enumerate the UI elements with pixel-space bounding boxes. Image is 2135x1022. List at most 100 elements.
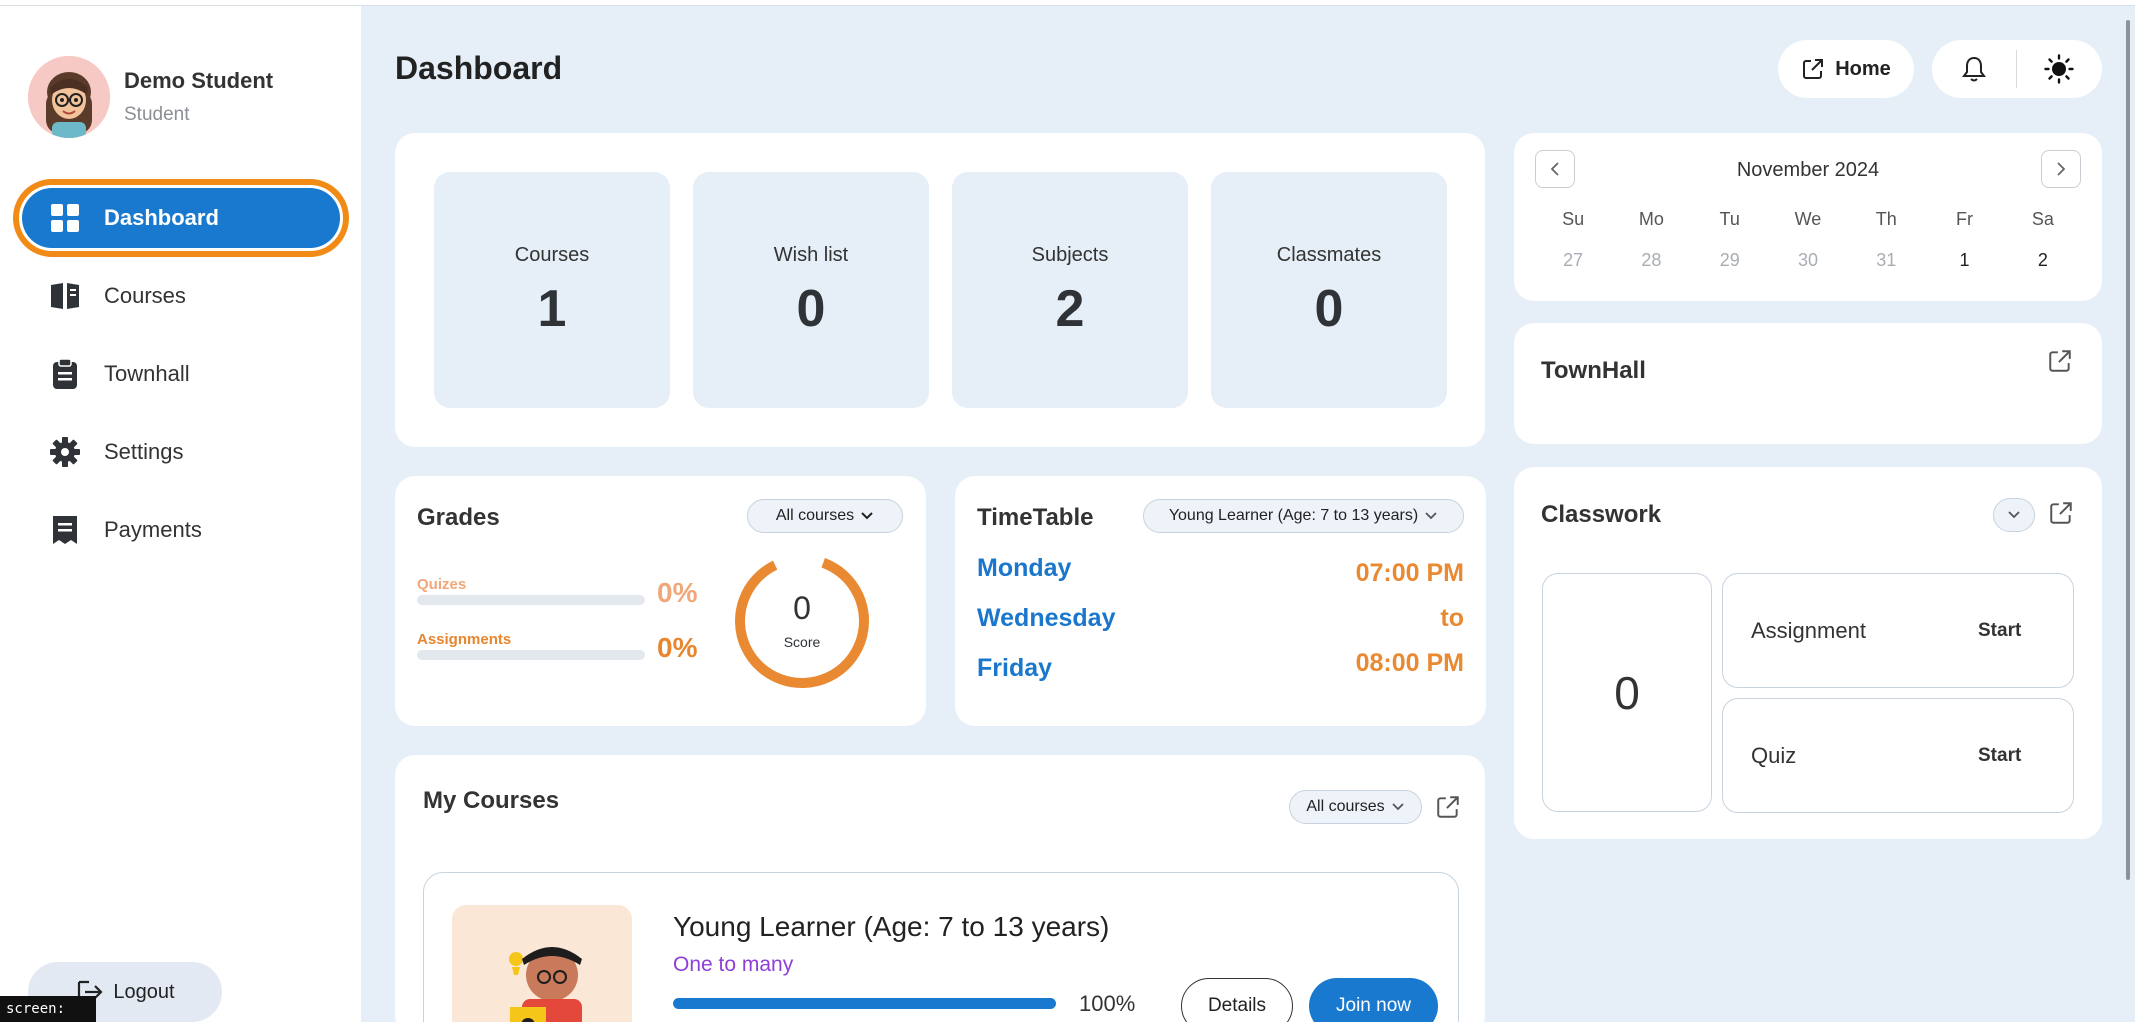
stat-label: Wish list (773, 244, 849, 266)
timetable-day: Friday (977, 654, 1053, 682)
timetable-card: TimeTable Young Learner (Age: 7 to 13 ye… (955, 476, 1486, 726)
external-link-icon[interactable] (2047, 348, 2073, 374)
header-icon-group (1932, 40, 2102, 98)
calendar-days: 27 28 29 30 31 1 2 (1534, 250, 2082, 271)
course-progress-bar (673, 998, 1056, 1009)
my-courses-filter-dropdown[interactable]: All courses (1289, 790, 1422, 824)
sun-icon (2044, 54, 2074, 84)
calendar-weekdays: Su Mo Tu We Th Fr Sa (1534, 209, 2082, 230)
course-progress-fill (673, 998, 1056, 1009)
timetable-title: TimeTable (977, 504, 1094, 531)
stat-subjects[interactable]: Subjects 2 (952, 172, 1188, 408)
timetable-course-dropdown[interactable]: Young Learner (Age: 7 to 13 years) (1143, 499, 1464, 533)
sidebar-nav: Dashboard Courses Townhall Settings Paym… (13, 179, 349, 578)
sidebar-item-courses[interactable]: Courses (22, 266, 340, 326)
course-thumbnail (452, 905, 632, 1022)
timetable-separator: to (1440, 604, 1464, 632)
calendar-next-button[interactable] (2041, 150, 2081, 188)
weekday: Su (1562, 209, 1585, 229)
classwork-count: 0 (1542, 573, 1712, 812)
grades-filter-dropdown[interactable]: All courses (747, 499, 903, 533)
weekday: We (1794, 209, 1822, 229)
stat-label: Classmates (1276, 244, 1382, 266)
external-link-icon[interactable] (2048, 500, 2074, 526)
stat-value: 0 (1314, 280, 1344, 338)
book-icon (48, 279, 82, 313)
home-button[interactable]: Home (1778, 40, 1914, 98)
grid-icon (48, 201, 82, 235)
stat-label: Courses (514, 244, 590, 266)
sidebar-item-label: Settings (104, 439, 184, 464)
page-scrollbar[interactable] (2126, 20, 2130, 880)
user-profile[interactable]: Demo Student Student (28, 56, 273, 138)
stats-card: Courses 1 Wish list 0 Subjects 2 Classma… (395, 133, 1485, 447)
calendar-day[interactable]: 2 (2004, 250, 2082, 271)
avatar (28, 56, 110, 138)
join-now-button[interactable]: Join now (1309, 978, 1438, 1022)
sidebar-item-payments[interactable]: Payments (22, 500, 340, 560)
grades-filter-value: All courses (775, 507, 855, 524)
stat-wish-list[interactable]: Wish list 0 (693, 172, 929, 408)
classwork-item-quiz[interactable]: Quiz Start (1722, 698, 2074, 813)
chevron-down-icon (860, 511, 874, 521)
classwork-item-label: Quiz (1751, 743, 1797, 768)
townhall-title: TownHall (1541, 357, 1646, 384)
calendar-day[interactable]: 31 (1847, 250, 1925, 271)
townhall-card: TownHall (1514, 323, 2102, 444)
sidebar-item-settings[interactable]: Settings (22, 422, 340, 482)
stat-value: 2 (1055, 280, 1085, 338)
calendar-month: November 2024 (1736, 159, 1880, 181)
course-name: Young Learner (Age: 7 to 13 years) (673, 911, 1110, 942)
assignments-value: 0% (657, 632, 698, 663)
chevron-right-icon (2057, 162, 2066, 176)
chevron-down-icon (1391, 802, 1405, 812)
timetable-day: Monday (977, 554, 1072, 582)
classwork-item-label: Assignment (1751, 618, 1866, 643)
sidebar-item-label: Dashboard (104, 205, 219, 230)
quizzes-progress-bar (417, 595, 645, 605)
weekday: Sa (2031, 209, 2054, 229)
start-button[interactable]: Start (1978, 620, 2021, 642)
user-name: Demo Student (124, 68, 274, 93)
clipboard-icon (48, 357, 82, 391)
calendar-day[interactable]: 27 (1534, 250, 1612, 271)
start-button[interactable]: Start (1978, 745, 2021, 767)
classwork-card: Classwork 0 Assignment Start Quiz Start (1514, 467, 2102, 839)
sidebar-item-label: Payments (104, 517, 202, 542)
my-courses-title: My Courses (423, 787, 560, 814)
notifications-button[interactable] (1932, 55, 2016, 83)
calendar-day[interactable]: 1 (1925, 250, 2003, 271)
score-value: 0 (793, 590, 811, 626)
user-role: Student (124, 104, 190, 125)
calendar-day[interactable]: 30 (1769, 250, 1847, 271)
quizzes-label: Quizes (417, 576, 467, 593)
sidebar-item-label: Courses (104, 283, 186, 308)
calendar-day[interactable]: 29 (1691, 250, 1769, 271)
calendar-day[interactable]: 28 (1612, 250, 1690, 271)
sidebar-item-townhall[interactable]: Townhall (22, 344, 340, 404)
weekday: Tu (1719, 209, 1740, 229)
external-link-icon[interactable] (1435, 794, 1461, 820)
sidebar: Demo Student Student Dashboard Courses T… (0, 6, 361, 1022)
stat-classmates[interactable]: Classmates 0 (1211, 172, 1447, 408)
assignments-progress-bar (417, 650, 645, 660)
course-type: One to many (673, 953, 794, 976)
page-title: Dashboard (395, 50, 563, 86)
course-progress-label: 100% (1079, 991, 1136, 1016)
sidebar-item-label: Townhall (104, 361, 190, 386)
course-item: Young Learner (Age: 7 to 13 years) One t… (423, 872, 1459, 1022)
classwork-dropdown[interactable] (1993, 498, 2035, 532)
score-label: Score (783, 634, 821, 650)
classwork-item-assignment[interactable]: Assignment Start (1722, 573, 2074, 688)
chevron-down-icon (2008, 511, 2020, 519)
details-button[interactable]: Details (1181, 978, 1293, 1022)
sidebar-item-dashboard[interactable]: Dashboard (13, 179, 349, 257)
screen-size-tag: screen: 2xl (0, 996, 96, 1022)
stat-courses[interactable]: Courses 1 (434, 172, 670, 408)
theme-toggle-button[interactable] (2017, 54, 2101, 84)
bell-icon (1962, 56, 1986, 82)
external-link-icon (1801, 57, 1825, 81)
gear-icon (48, 435, 82, 469)
stat-value: 1 (537, 280, 567, 338)
quizzes-value: 0% (657, 577, 698, 608)
